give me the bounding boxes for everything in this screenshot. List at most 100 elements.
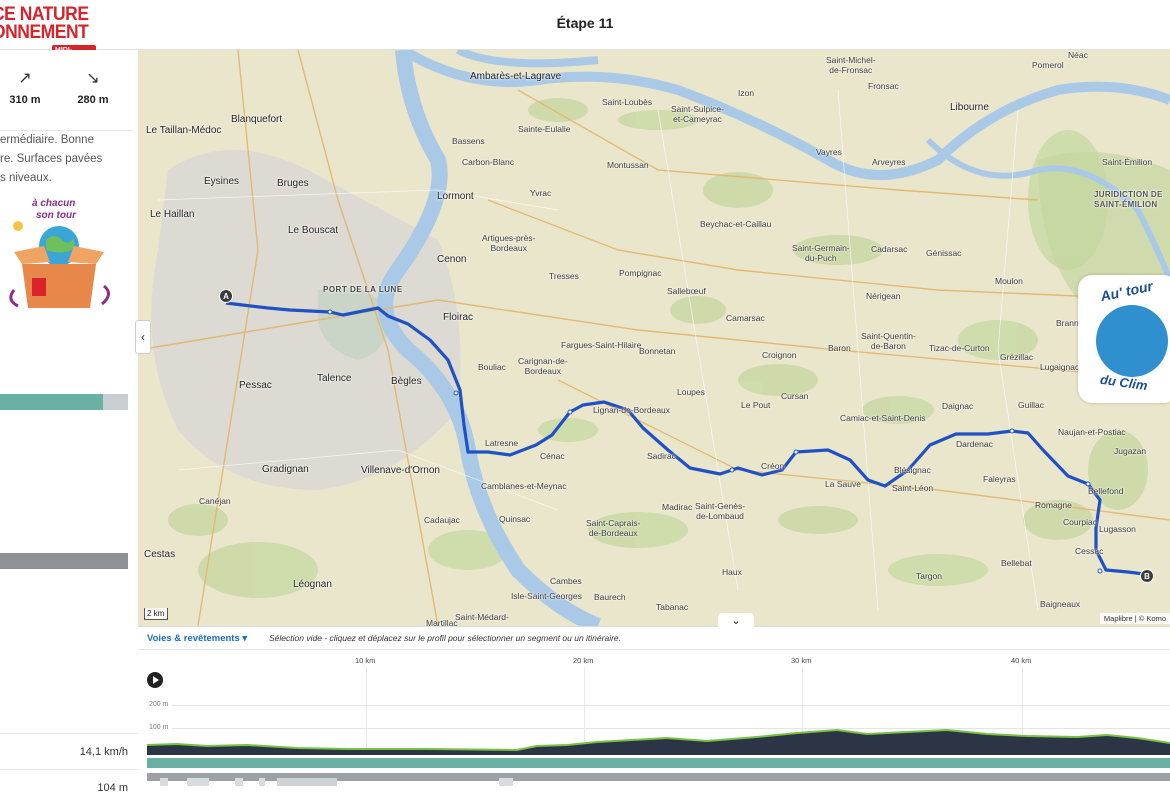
elevation-profile-chart[interactable] [147,715,1170,755]
place-label: Le Taillan-Médoc [146,125,222,136]
place-label: Fronsac [868,81,899,91]
place-label: Bruges [277,178,309,189]
place-label: Tresses [549,271,579,281]
elevation-label: 200 m [149,701,169,708]
place-label: Sainte-Eulalie [518,124,571,134]
place-label: Baigneaux [1040,599,1081,609]
place-label: Saint-Caprais-de-Bordeaux [586,518,641,538]
place-label: Camblanes-et-Meynac [481,481,567,491]
au-tour-du-climat-badge[interactable]: Au' tour du Clim [1078,275,1170,403]
stat-value: 104 m [97,782,128,794]
place-label: Romagne [1035,500,1072,510]
road-type-segments [160,778,513,786]
place-label: Beychac-et-Caillau [700,219,772,229]
place-label: Arveyres [872,157,906,167]
road-summary-bar [0,553,128,569]
sidebar: ↗ 310 m ↘ 280 m ermédiaire. Bonne re. Su… [0,50,138,800]
km-tick: 30 km [791,656,812,665]
map-scale: 2 km [144,608,168,620]
page-title: Étape 11 [556,15,614,31]
map-canvas [138,50,1170,626]
place-label: Haux [722,567,742,577]
play-icon[interactable] [147,672,163,688]
km-tick: 10 km [355,656,376,665]
place-label: Targon [916,571,942,581]
place-label: Le Haillan [150,209,195,220]
place-label: Latresne [485,438,519,448]
a-chacun-son-tour-badge-icon: à chacun son tour [9,198,110,308]
elevation-profile-panel[interactable]: Voies & revêtements ▾ Sélection vide - c… [138,626,1170,800]
collapse-sidebar-button[interactable]: ‹ [135,320,151,354]
place-label: Lignan-de-Bordeaux [593,405,671,415]
place-label: Bonnetan [639,346,676,356]
place-label: Dardenac [956,439,993,449]
place-label: Libourne [950,102,989,113]
place-label: Naujan-et-Postiac [1058,427,1126,437]
place-label: Jugazan [1114,446,1147,456]
place-label: Cambes [550,576,582,586]
arrow-up-right-icon: ↗ [18,70,32,87]
ascent-stat: ↗ 310 m [8,68,42,106]
place-label: Artigues-près- Bordeaux [482,233,536,253]
chevron-left-icon: ‹ [141,330,145,344]
place-label: Saint-Quentin-de-Baron [861,331,916,351]
jurisdiction-label: JURIDICTION DE SAINT-ÉMILION [1094,190,1163,209]
place-label: Léognan [293,579,332,590]
description-line: re. Surfaces pavées [0,153,103,165]
brand-logo[interactable]: CE NATURE ONNEMENT MIDI-PYRÉNÉES [0,5,97,63]
port-label: PORT DE LA LUNE [323,285,403,294]
surface-type-dropdown[interactable]: Voies & revêtements ▾ [147,633,247,644]
place-label: Blésignac [894,465,931,475]
place-label: Grézillac [1000,352,1034,362]
km-tick: 20 km [573,656,594,665]
place-label: Baurech [594,592,626,602]
route-map[interactable]: Saint-Michel-de-Fronsac Ambarès-et-Lagra… [138,50,1170,626]
place-label: Moulon [995,276,1023,286]
place-label: Bellefond [1088,486,1124,496]
badge-text-2: son tour [36,210,77,221]
place-label: Martillac [426,618,458,626]
place-label: Montussan [607,160,649,170]
start-marker[interactable]: A [219,289,233,303]
place-label: Brann [1056,318,1079,328]
place-label: Tizac-de-Curton [929,343,990,353]
place-label: Floirac [443,312,474,323]
place-label: Créon [761,461,785,471]
road-type-segment-bar[interactable] [147,773,1170,786]
surface-summary-bar [0,394,128,410]
elevation-gridline [172,705,1170,706]
place-label: Sadirac [647,451,676,461]
place-label: Bègles [391,376,422,387]
place-label: Pessac [239,380,272,391]
place-label: Le Bouscat [288,225,339,236]
place-label: Tabanac [656,602,689,612]
place-label: Isle-Saint-Georges [511,591,582,601]
place-label: La Sauve [825,479,861,489]
place-label: Yvrac [530,188,552,198]
descent-value: 280 m [77,94,109,106]
stage-description: ermédiaire. Bonne re. Surfaces pavées s … [0,130,132,188]
surface-summary-fill [0,394,103,410]
place-label: Bassens [452,136,485,146]
map-attribution[interactable]: Maplibre | © Komo [1099,613,1170,624]
profile-hint: Sélection vide - cliquez et déplacez sur… [269,633,622,643]
place-label: Guillac [1018,400,1044,410]
place-label: Carbon-Blanc [462,157,514,167]
place-label: Fargues-Saint-Hilaire [561,340,642,350]
place-label: Lormont [437,191,474,202]
place-label: Cadarsac [871,244,908,254]
place-label: Cenon [437,254,467,265]
place-label: Saint-Émilion [1102,157,1153,167]
surface-segment-bar[interactable] [147,758,1170,768]
description-line: s niveaux. [0,172,52,184]
end-marker[interactable]: B [1140,569,1154,583]
place-label: Saint-Genès-de-Lombaud [695,501,746,521]
toggle-profile-button[interactable]: ⌄ [718,613,754,629]
descent-stat: ↘ 280 m [76,68,110,106]
place-label: Faleyras [983,474,1016,484]
place-label: Daignac [942,401,974,411]
place-label: Baron [828,343,851,353]
top-bar: CE NATURE ONNEMENT MIDI-PYRÉNÉES Étape 1… [0,0,1170,63]
place-label: Carignan-de- Bordeaux [518,356,568,376]
place-label: Eysines [204,176,240,187]
